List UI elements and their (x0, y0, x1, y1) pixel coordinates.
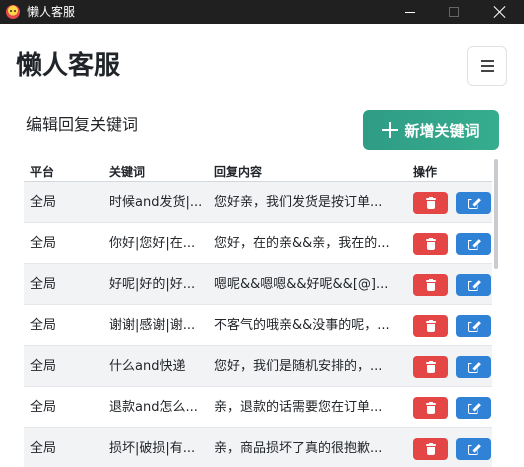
trash-icon (425, 402, 436, 414)
table-body: 全局 时候and发货|... 您好亲，我们发货是按订单... 全局 你好|您好|… (24, 182, 492, 467)
hamburger-menu-icon (480, 70, 494, 72)
table-header: 平台 关键词 回复内容 操作 (24, 160, 492, 182)
table-row: 全局 时候and发货|... 您好亲，我们发货是按订单... (24, 182, 492, 223)
cell-platform: 全局 (30, 441, 57, 456)
cell-reply: 嗯呢&&嗯嗯&&好呢&&[@]... (214, 277, 389, 292)
cell-reply: 您好，在的亲&&亲，我在的... (214, 236, 390, 251)
delete-button[interactable] (413, 356, 448, 378)
cell-keyword: 好呢|好的|好... (109, 277, 196, 292)
cell-platform: 全局 (30, 195, 57, 210)
table-row: 全局 什么and快递 您好，我们是随机安排的，... (24, 346, 492, 387)
delete-button[interactable] (413, 192, 448, 214)
edit-icon (467, 320, 481, 332)
scrollbar-thumb[interactable] (494, 159, 498, 269)
header-keyword: 关键词 (109, 165, 146, 179)
edit-icon (467, 279, 481, 291)
table-row: 全局 损坏|破损|有... 亲，商品损坏了真的很抱歉... (24, 428, 492, 467)
cell-reply: 亲，商品损坏了真的很抱歉... (214, 441, 383, 456)
edit-icon (467, 197, 481, 209)
trash-icon (425, 443, 436, 455)
edit-button[interactable] (456, 233, 491, 255)
cell-platform: 全局 (30, 277, 57, 292)
edit-button[interactable] (456, 438, 491, 460)
delete-button[interactable] (413, 274, 448, 296)
trash-icon (425, 279, 436, 291)
edit-button[interactable] (456, 192, 491, 214)
section-title: 编辑回复关键词 (26, 115, 139, 134)
trash-icon (425, 320, 436, 332)
plus-icon (382, 122, 399, 138)
cell-keyword: 你好|您好|在... (109, 236, 196, 251)
table-row: 全局 退款and怎么... 亲，退款的话需要您在订单... (24, 387, 492, 428)
minimize-icon (405, 11, 415, 13)
cell-reply: 您好亲，我们发货是按订单... (214, 195, 383, 210)
delete-button[interactable] (413, 315, 448, 337)
edit-icon (467, 361, 481, 373)
trash-icon (425, 361, 436, 373)
edit-button[interactable] (456, 274, 491, 296)
table-scrollbar[interactable] (493, 159, 499, 467)
cell-platform: 全局 (30, 236, 57, 251)
table-row: 全局 你好|您好|在... 您好，在的亲&&亲，我在的... (24, 223, 492, 264)
edit-button[interactable] (456, 356, 491, 378)
cell-platform: 全局 (30, 400, 57, 415)
hamburger-menu-icon (480, 65, 494, 67)
cell-keyword: 什么and快递 (109, 359, 186, 374)
delete-button[interactable] (413, 438, 448, 460)
window-title: 懒人客服 (27, 5, 76, 19)
cell-platform: 全局 (30, 318, 57, 333)
add-keyword-label: 新增关键词 (404, 121, 480, 140)
keyword-table: 平台 关键词 回复内容 操作 全局 时候and发货|... 您好亲，我们发货是按… (24, 160, 492, 467)
cell-keyword: 退款and怎么... (109, 400, 198, 415)
trash-icon (425, 197, 436, 209)
cell-reply: 您好，我们是随机安排的，... (214, 359, 383, 374)
table-row: 全局 好呢|好的|好... 嗯呢&&嗯嗯&&好呢&&[@]... (24, 264, 492, 305)
cell-reply: 不客气的哦亲&&没事的呢，... (214, 318, 390, 333)
menu-toggle-button[interactable] (467, 46, 507, 86)
title-bar[interactable]: 懒人客服 (0, 0, 524, 24)
table-row: 全局 谢谢|感谢|谢... 不客气的哦亲&&没事的呢，... (24, 305, 492, 346)
close-icon (494, 6, 506, 18)
hamburger-menu-icon (480, 60, 494, 62)
edit-button[interactable] (456, 397, 491, 419)
app-logo-icon (6, 5, 20, 19)
edit-icon (467, 402, 481, 414)
header-operations: 操作 (413, 165, 438, 179)
edit-icon (467, 443, 481, 455)
close-button[interactable] (478, 0, 522, 24)
edit-icon (467, 238, 481, 250)
brand-title: 懒人客服 (16, 51, 121, 81)
delete-button[interactable] (413, 233, 448, 255)
header-reply: 回复内容 (214, 165, 263, 179)
maximize-button[interactable] (432, 0, 476, 24)
cell-keyword: 时候and发货|... (109, 195, 203, 210)
trash-icon (425, 238, 436, 250)
maximize-icon (449, 7, 459, 17)
cell-keyword: 损坏|破损|有... (109, 441, 196, 456)
edit-button[interactable] (456, 315, 491, 337)
header-platform: 平台 (30, 165, 55, 179)
delete-button[interactable] (413, 397, 448, 419)
cell-platform: 全局 (30, 359, 57, 374)
minimize-button[interactable] (388, 0, 432, 24)
app-window: 懒人客服 懒人客服 编辑回复关键词 新增关键词 平台 关键词 回复内容 操作 全… (0, 0, 524, 467)
cell-reply: 亲，退款的话需要您在订单... (214, 400, 383, 415)
add-keyword-button[interactable]: 新增关键词 (363, 110, 499, 150)
cell-keyword: 谢谢|感谢|谢... (109, 318, 196, 333)
